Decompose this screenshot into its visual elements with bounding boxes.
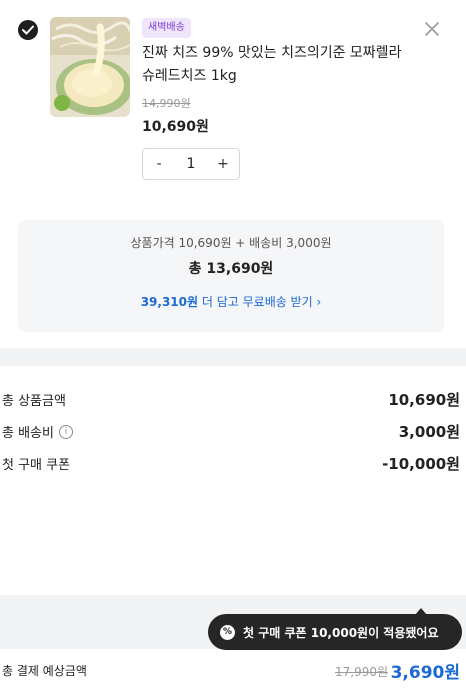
estimated-original-price: 17,990원 <box>335 665 389 679</box>
quantity-value: 1 <box>186 156 196 172</box>
coupon-label: 첫 구매 쿠폰 <box>2 458 71 473</box>
coupon-row: 첫 구매 쿠폰 -10,000원 <box>0 454 466 478</box>
section-divider <box>0 348 466 366</box>
estimated-final-price: 3,690원 <box>390 663 460 683</box>
item-summary-box: 상품가격 10,690원 + 배송비 3,000원 총 13,690원 39,3… <box>18 220 444 332</box>
sale-price: 10,690원 <box>142 119 209 135</box>
product-total-row: 총 상품금액 10,690원 <box>0 390 466 414</box>
product-title[interactable]: 진짜 치즈 99% 맛있는 치즈의기준 모짜렐라 슈레드치즈 1kg <box>142 42 412 88</box>
product-total-label: 총 상품금액 <box>2 394 66 409</box>
price-breakdown: 상품가격 10,690원 + 배송비 3,000원 <box>130 236 332 250</box>
original-price: 14,990원 <box>142 97 191 110</box>
free-shipping-text: 더 담고 무료배송 받기 <box>198 295 313 309</box>
increase-button[interactable]: + <box>207 149 239 179</box>
quantity-stepper: - 1 + <box>142 148 240 180</box>
product-image[interactable] <box>50 17 130 117</box>
item-total: 총 13,690원 <box>188 261 274 277</box>
coupon-value: -10,000원 <box>382 455 460 473</box>
decrease-button[interactable]: - <box>143 149 175 179</box>
estimated-total-label: 총 결제 예상금액 <box>2 664 87 678</box>
product-total-value: 10,690원 <box>388 391 460 409</box>
delivery-badge: 새벽배송 <box>142 18 191 38</box>
close-icon[interactable] <box>420 17 444 41</box>
shipping-value: 3,000원 <box>398 423 460 441</box>
free-shipping-link[interactable]: 39,310원 더 담고 무료배송 받기 › <box>18 293 444 310</box>
shipping-row: 총 배송비 i 3,000원 <box>0 422 466 446</box>
toast-text: 첫 구매 쿠폰 10,000원이 적용됐어요 <box>243 625 439 640</box>
free-shipping-amount: 39,310원 <box>140 295 199 309</box>
toast-pointer <box>415 608 427 615</box>
coupon-toast: % 첫 구매 쿠폰 10,000원이 적용됐어요 <box>208 608 462 650</box>
info-icon[interactable]: i <box>58 424 73 439</box>
shipping-label: 총 배송비 <box>2 426 54 441</box>
payment-footer: 총 결제 예상금액 17,990원 3,690원 <box>0 649 466 691</box>
check-circle-icon[interactable] <box>18 20 38 40</box>
cart-item-card: 새벽배송 진짜 치즈 99% 맛있는 치즈의기준 모짜렐라 슈레드치즈 1kg … <box>0 0 466 348</box>
chevron-right-icon: › <box>316 295 322 309</box>
discount-icon: % <box>220 624 235 640</box>
